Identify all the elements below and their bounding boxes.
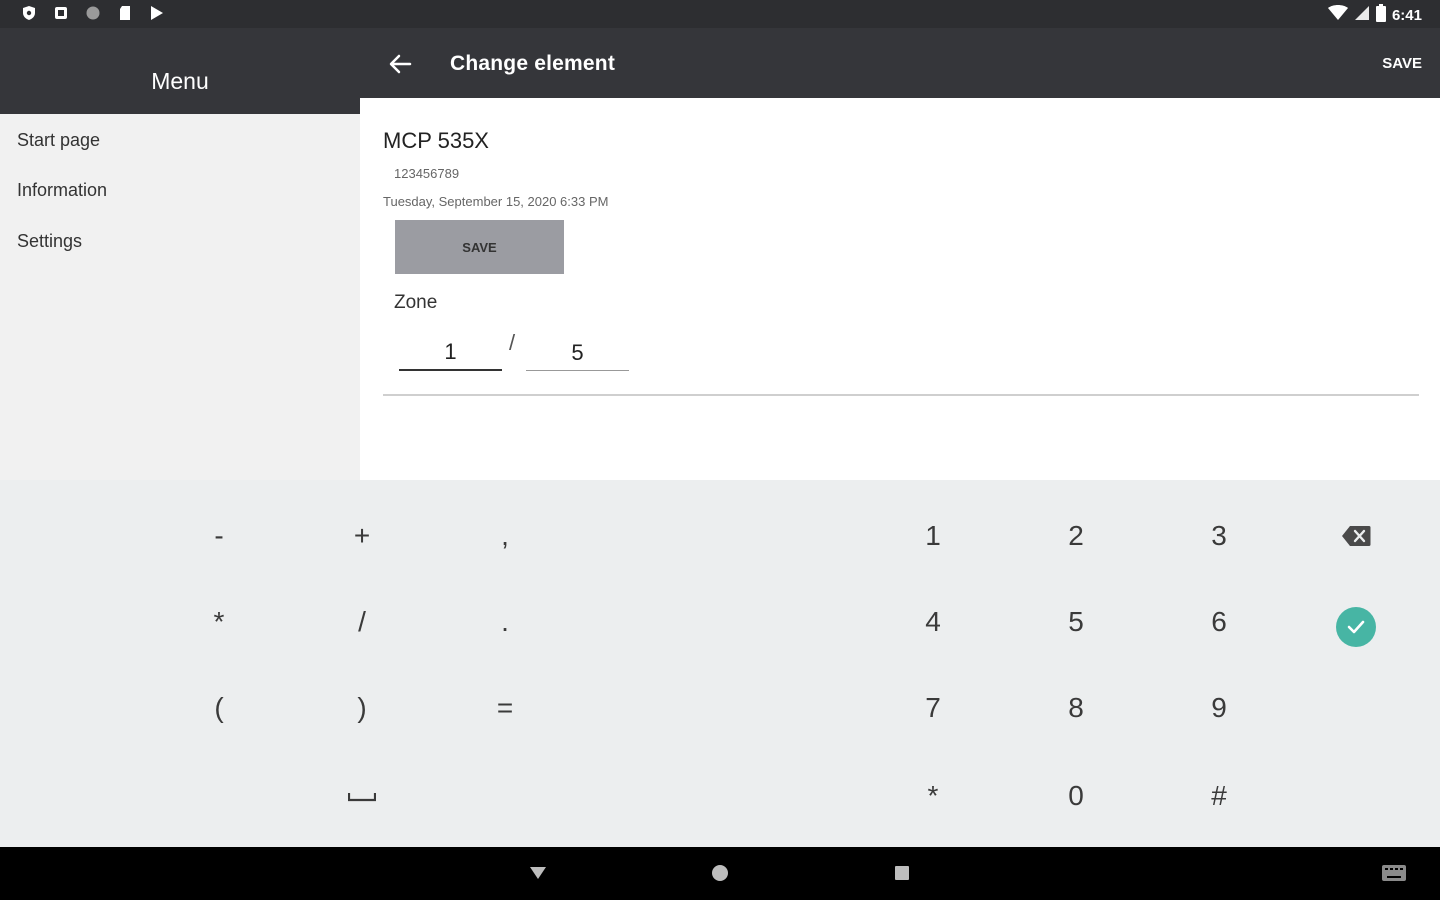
notification-icons	[20, 4, 166, 22]
key-1[interactable]: 1	[883, 498, 983, 574]
key-label: #	[1211, 780, 1227, 811]
nav-home-button[interactable]	[704, 859, 736, 887]
key-close-paren[interactable]: )	[312, 670, 412, 746]
nav-recents-button[interactable]	[886, 859, 918, 887]
numeric-keyboard: - + , 1 2 3 * / . 4 5 6 ( ) = 7 8 9 * 0 …	[0, 480, 1440, 847]
zone-max-input[interactable]	[526, 335, 629, 371]
sd-card-icon	[116, 4, 134, 22]
serial-number: 123456789	[394, 166, 460, 181]
battery-icon	[1375, 4, 1386, 26]
key-label: 8	[1068, 692, 1084, 723]
key-open-paren[interactable]: (	[169, 670, 269, 746]
backspace-icon	[1342, 526, 1371, 546]
navigation-drawer: Start page Information Settings	[0, 114, 360, 480]
drawer-item-start-page[interactable]: Start page	[17, 130, 100, 151]
key-label: 3	[1211, 520, 1227, 551]
app-bar: Change element SAVE	[360, 28, 1440, 98]
page-title: Change element	[450, 52, 616, 75]
key-star[interactable]: *	[883, 758, 983, 834]
key-label: 2	[1068, 520, 1084, 551]
cell-signal-icon	[1354, 5, 1370, 25]
key-label: *	[927, 780, 939, 811]
play-store-icon	[148, 4, 166, 22]
key-label: )	[357, 692, 367, 723]
key-label: 4	[925, 606, 941, 637]
key-label: +	[353, 520, 371, 551]
key-label: 1	[925, 520, 941, 551]
zone-separator: /	[509, 330, 516, 355]
key-backspace[interactable]	[1306, 498, 1406, 574]
drawer-item-settings[interactable]: Settings	[17, 231, 82, 252]
key-equals[interactable]: =	[455, 670, 555, 746]
key-label: *	[213, 606, 225, 637]
key-minus[interactable]: -	[169, 498, 269, 574]
key-6[interactable]: 6	[1169, 584, 1269, 660]
key-period[interactable]: .	[455, 584, 555, 660]
key-label: 6	[1211, 606, 1227, 637]
key-label: -	[214, 520, 224, 551]
drawer-header: Menu	[0, 28, 360, 114]
system-nav-bar	[0, 847, 1440, 900]
key-hash[interactable]: #	[1169, 758, 1269, 834]
key-label: 5	[1068, 606, 1084, 637]
space-bar-icon	[348, 793, 376, 802]
key-2[interactable]: 2	[1026, 498, 1126, 574]
keyboard-icon	[1382, 865, 1406, 881]
save-button[interactable]: SAVE	[395, 220, 564, 274]
key-9[interactable]: 9	[1169, 670, 1269, 746]
system-indicators: 6:41	[1327, 4, 1422, 26]
key-7[interactable]: 7	[883, 670, 983, 746]
key-plus[interactable]: +	[312, 498, 412, 574]
key-label: .	[501, 606, 509, 637]
key-comma[interactable]: ,	[455, 498, 555, 574]
key-0[interactable]: 0	[1026, 758, 1126, 834]
clock: 6:41	[1391, 6, 1422, 24]
key-space[interactable]	[312, 758, 412, 834]
zone-current-input[interactable]	[399, 335, 502, 371]
app-notification-icon	[52, 4, 70, 22]
key-5[interactable]: 5	[1026, 584, 1126, 660]
key-label: 9	[1211, 692, 1227, 723]
checkmark-icon	[1347, 620, 1365, 634]
key-4[interactable]: 4	[883, 584, 983, 660]
key-label: =	[496, 692, 514, 723]
square-icon	[895, 866, 909, 880]
status-bar: 6:41	[0, 0, 1440, 28]
timestamp: Tuesday, September 15, 2020 6:33 PM	[383, 194, 609, 209]
key-slash[interactable]: /	[312, 584, 412, 660]
nav-keyboard-button[interactable]	[1378, 859, 1410, 887]
element-form: MCP 535X 123456789 Tuesday, September 15…	[360, 98, 1440, 480]
device-name: MCP 535X	[383, 128, 489, 153]
enter-button-circle	[1336, 607, 1376, 647]
nav-back-button[interactable]	[522, 859, 554, 887]
triangle-down-icon	[530, 867, 546, 879]
sync-circle-icon	[84, 4, 102, 22]
drawer-title: Menu	[151, 68, 209, 94]
toolbar-save-button[interactable]: SAVE	[1382, 55, 1422, 72]
wifi-icon	[1327, 5, 1348, 25]
drawer-item-information[interactable]: Information	[17, 180, 107, 201]
key-8[interactable]: 8	[1026, 670, 1126, 746]
key-label: (	[214, 692, 224, 723]
key-3[interactable]: 3	[1169, 498, 1269, 574]
home-circle-icon	[712, 865, 728, 881]
arrow-left-icon	[389, 54, 412, 74]
key-label: ,	[501, 520, 509, 551]
key-enter[interactable]	[1306, 589, 1406, 665]
back-button[interactable]	[384, 48, 416, 80]
key-label: /	[358, 606, 366, 637]
key-asterisk[interactable]: *	[169, 584, 269, 660]
key-label: 0	[1068, 780, 1084, 811]
key-label: 7	[925, 692, 941, 723]
shield-icon	[20, 4, 38, 22]
zone-label: Zone	[394, 292, 438, 313]
divider	[383, 394, 1419, 396]
